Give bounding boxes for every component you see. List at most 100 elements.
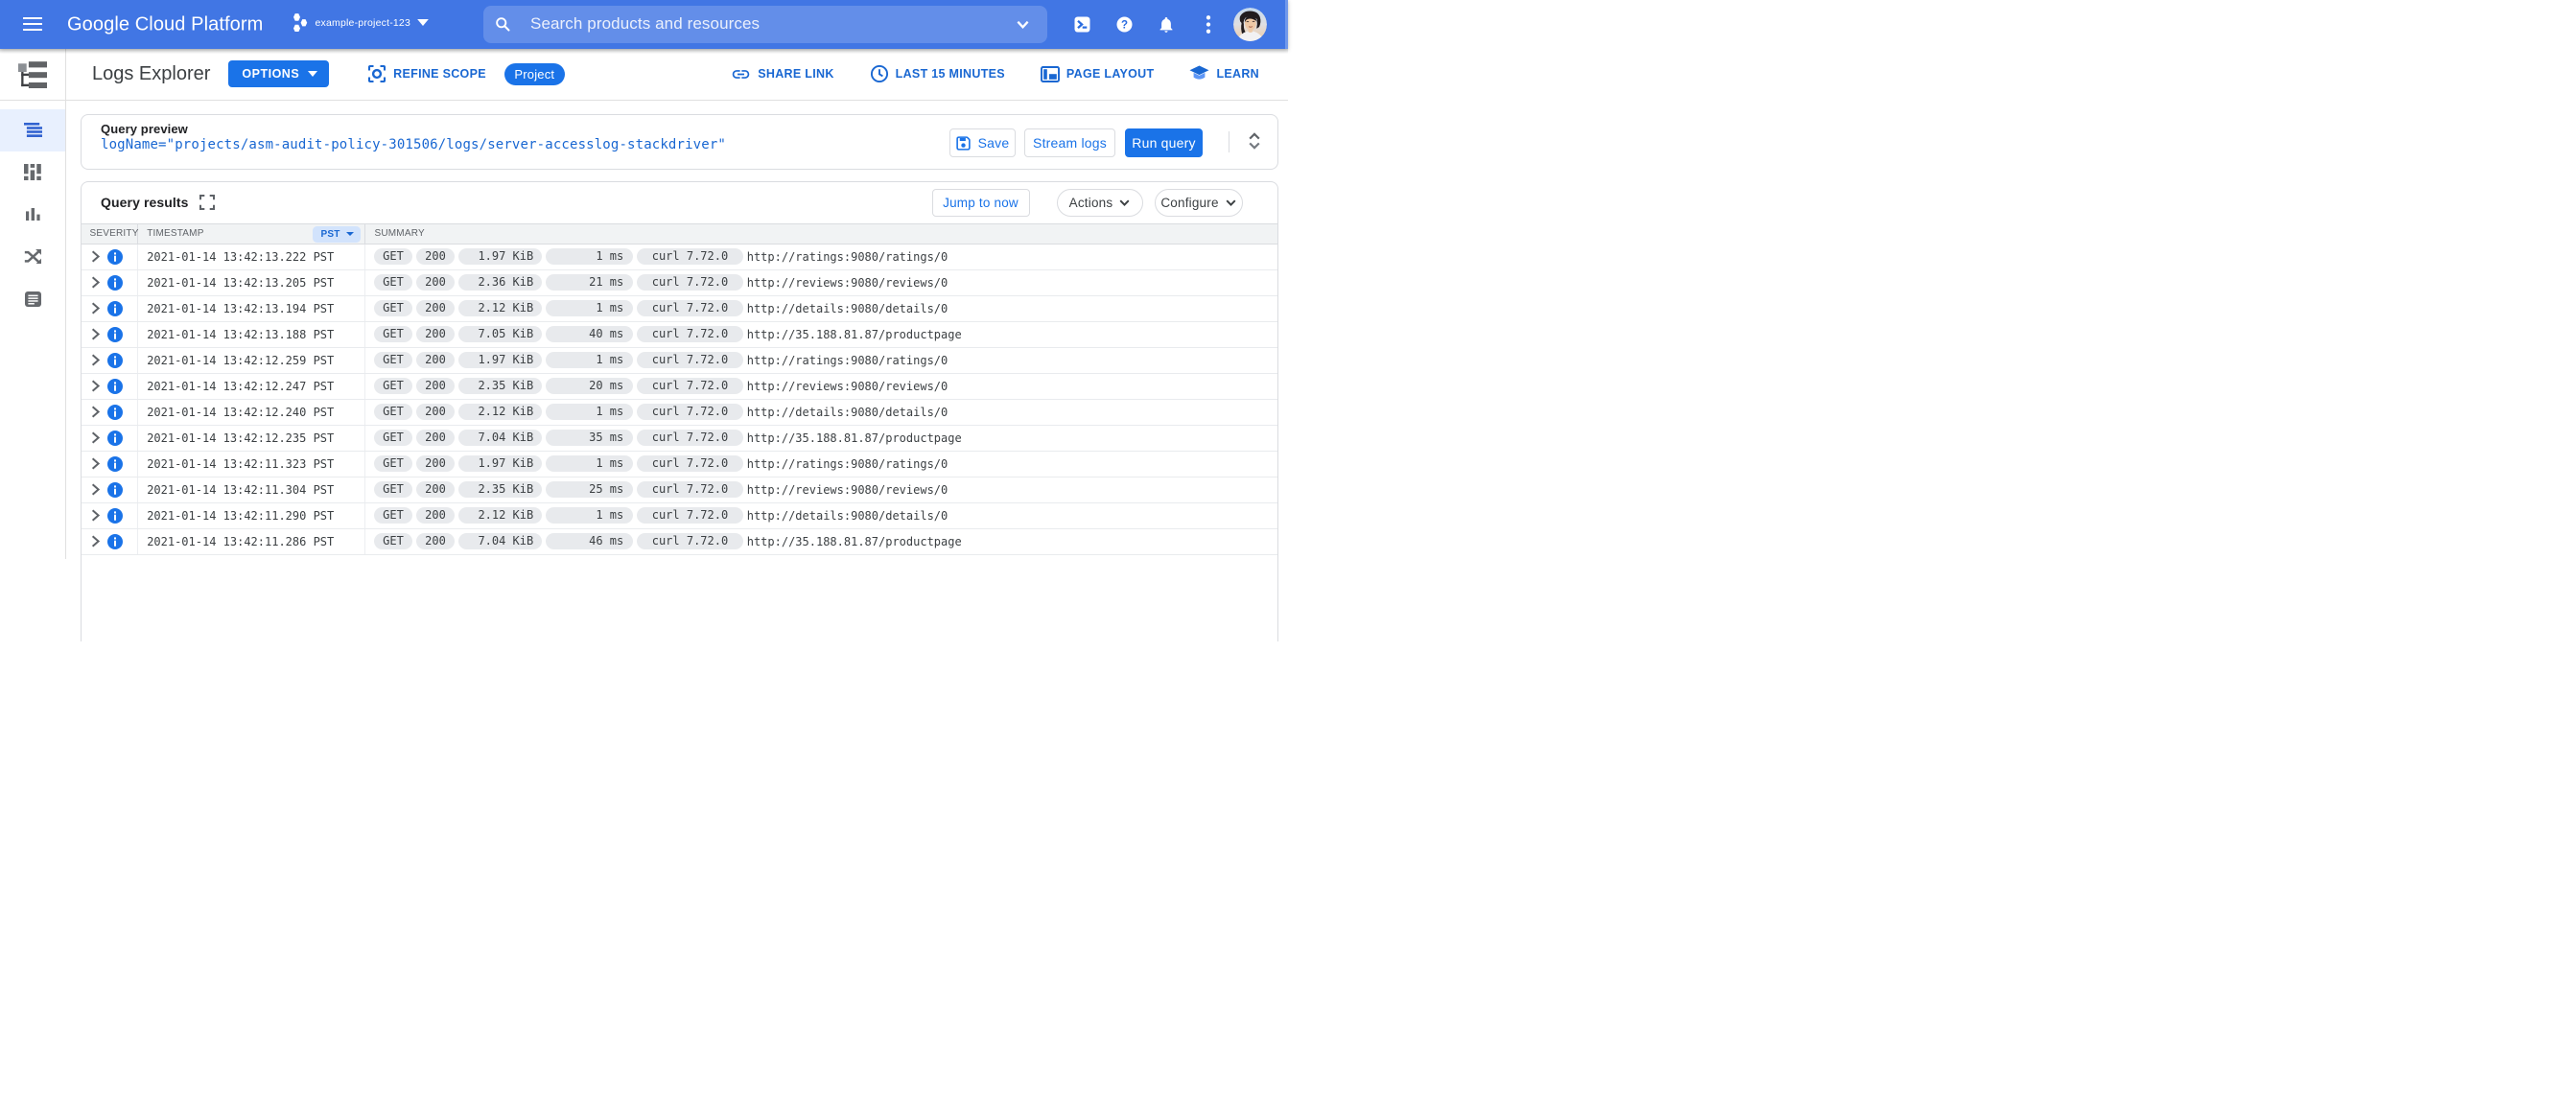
save-button[interactable]: Save xyxy=(948,128,1016,157)
logs-router-icon xyxy=(24,248,41,265)
log-entry-row[interactable]: 2021-01-14 13:42:12.247 PST GET 200 2.35… xyxy=(82,373,1277,400)
log-timestamp: 2021-01-14 13:42:13.205 PST xyxy=(138,269,365,295)
run-query-button[interactable]: Run query xyxy=(1125,128,1203,157)
severity-info-icon[interactable] xyxy=(107,352,123,368)
expand-row-icon[interactable] xyxy=(89,354,102,366)
time-range-button[interactable]: LAST 15 MINUTES xyxy=(870,64,1005,83)
user-agent-pill: curl 7.72.0 xyxy=(637,378,743,394)
gcp-logs-explorer-app: Google Cloud Platform example-project-12… xyxy=(0,0,1288,641)
expand-row-icon[interactable] xyxy=(89,328,102,340)
latency-pill: 1 ms xyxy=(545,455,634,472)
options-button[interactable]: OPTIONS xyxy=(228,60,330,88)
refine-scope-button[interactable]: REFINE SCOPE xyxy=(367,64,486,83)
sidebar-item-logs-storage[interactable] xyxy=(0,278,65,320)
log-entry-row[interactable]: 2021-01-14 13:42:11.304 PST GET 200 2.35… xyxy=(82,477,1277,503)
log-entry-row[interactable]: 2021-01-14 13:42:11.286 PST GET 200 7.04… xyxy=(82,528,1277,555)
avatar[interactable] xyxy=(1233,8,1267,41)
log-entry-row[interactable]: 2021-01-14 13:42:12.235 PST GET 200 7.04… xyxy=(82,425,1277,452)
search-chevron-down-icon[interactable] xyxy=(1016,17,1030,32)
request-url: http://ratings:9080/ratings/0 xyxy=(746,353,948,367)
jump-to-now-button[interactable]: Jump to now xyxy=(931,188,1030,217)
project-caret-icon xyxy=(417,19,429,26)
severity-info-icon[interactable] xyxy=(107,533,123,549)
request-url: http://ratings:9080/ratings/0 xyxy=(746,249,948,264)
log-summary: GET 200 2.12 KiB 1 ms curl 7.72.0 http:/… xyxy=(365,400,1277,425)
actions-button[interactable]: Actions xyxy=(1056,188,1143,217)
expand-row-icon[interactable] xyxy=(89,380,102,392)
log-entry-row[interactable]: 2021-01-14 13:42:13.194 PST GET 200 2.12… xyxy=(82,295,1277,322)
expand-row-icon[interactable] xyxy=(89,509,102,522)
expand-row-icon[interactable] xyxy=(89,302,102,314)
expand-row-icon[interactable] xyxy=(89,276,102,289)
expand-row-icon[interactable] xyxy=(89,250,102,263)
main-menu-icon[interactable] xyxy=(23,17,42,32)
toolbar-actions: SHARE LINK LAST 15 MINUTES PAGE LAYOUT L… xyxy=(731,64,1259,84)
log-entry-row[interactable]: 2021-01-14 13:42:12.259 PST GET 200 1.97… xyxy=(82,347,1277,374)
expand-row-icon[interactable] xyxy=(89,535,102,547)
learn-button[interactable]: LEARN xyxy=(1189,65,1259,82)
more-vert-icon[interactable] xyxy=(1187,0,1229,49)
severity-info-icon[interactable] xyxy=(107,274,123,291)
severity-info-icon[interactable] xyxy=(107,326,123,342)
latency-pill: 46 ms xyxy=(545,533,634,549)
log-summary: GET 200 1.97 KiB 1 ms curl 7.72.0 http:/… xyxy=(365,452,1277,477)
severity-info-icon[interactable] xyxy=(107,455,123,472)
sidebar-item-logs-dashboard[interactable] xyxy=(0,151,65,194)
expand-row-icon[interactable] xyxy=(89,457,102,470)
sidebar-item-logs-router[interactable] xyxy=(0,236,65,278)
log-entry-row[interactable]: 2021-01-14 13:42:11.290 PST GET 200 2.12… xyxy=(82,502,1277,529)
log-timestamp: 2021-01-14 13:42:13.188 PST xyxy=(138,321,365,347)
logging-product-icon xyxy=(0,49,66,100)
severity-info-icon[interactable] xyxy=(107,404,123,420)
severity-info-icon[interactable] xyxy=(107,507,123,524)
column-header-severity[interactable]: SEVERITY xyxy=(82,223,138,244)
severity-info-icon[interactable] xyxy=(107,430,123,446)
sidebar-item-logs-metrics[interactable] xyxy=(0,194,65,236)
severity-info-icon[interactable] xyxy=(107,248,123,265)
size-pill: 2.35 KiB xyxy=(457,481,542,498)
severity-info-icon[interactable] xyxy=(107,300,123,316)
cloud-shell-icon[interactable] xyxy=(1061,0,1103,49)
log-timestamp: 2021-01-14 13:42:11.290 PST xyxy=(138,502,365,528)
sidebar-item-logs-explorer[interactable] xyxy=(0,108,65,151)
expand-collapse-query-icon[interactable] xyxy=(1245,130,1264,153)
expand-row-icon[interactable] xyxy=(89,483,102,496)
request-url: http://35.188.81.87/productpage xyxy=(746,327,962,341)
column-header-timestamp[interactable]: TIMESTAMP PST xyxy=(138,223,365,244)
size-pill: 2.12 KiB xyxy=(457,300,542,316)
log-entry-row[interactable]: 2021-01-14 13:42:13.188 PST GET 200 7.05… xyxy=(82,321,1277,348)
page-layout-button[interactable]: PAGE LAYOUT xyxy=(1040,65,1155,82)
timezone-selector[interactable]: PST xyxy=(313,225,361,243)
severity-info-icon[interactable] xyxy=(107,378,123,394)
severity-info-icon[interactable] xyxy=(107,481,123,498)
configure-button[interactable]: Configure xyxy=(1154,188,1243,217)
learn-icon xyxy=(1189,65,1209,80)
log-entry-row[interactable]: 2021-01-14 13:42:13.205 PST GET 200 2.36… xyxy=(82,269,1277,296)
search-bar[interactable]: Search products and resources xyxy=(483,6,1047,43)
stream-logs-button[interactable]: Stream logs xyxy=(1024,128,1115,157)
method-pill: GET xyxy=(373,455,413,472)
share-link-button[interactable]: SHARE LINK xyxy=(731,64,833,84)
notifications-icon[interactable] xyxy=(1145,0,1187,49)
log-entry-row[interactable]: 2021-01-14 13:42:11.323 PST GET 200 1.97… xyxy=(82,451,1277,477)
timezone-caret-icon xyxy=(345,232,354,236)
search-icon xyxy=(496,17,510,32)
status-pill: 200 xyxy=(416,378,455,394)
request-url: http://reviews:9080/reviews/0 xyxy=(746,482,948,497)
clock-icon xyxy=(870,65,888,83)
gcp-logo-text[interactable]: Google Cloud Platform xyxy=(67,13,263,35)
query-text[interactable]: logName="projects/asm-audit-policy-30150… xyxy=(101,136,949,153)
help-icon[interactable]: ? xyxy=(1103,0,1145,49)
status-pill: 200 xyxy=(416,481,455,498)
fullscreen-icon[interactable] xyxy=(199,195,216,210)
project-switcher[interactable]: example-project-123 xyxy=(293,0,430,47)
log-entry-row[interactable]: 2021-01-14 13:42:13.222 PST GET 200 1.97… xyxy=(82,244,1277,270)
column-header-summary[interactable]: SUMMARY xyxy=(365,224,1277,244)
save-icon xyxy=(955,135,971,151)
log-entry-row[interactable]: 2021-01-14 13:42:12.240 PST GET 200 2.12… xyxy=(82,399,1277,426)
expand-row-icon[interactable] xyxy=(89,431,102,444)
scope-badge[interactable]: Project xyxy=(503,62,565,85)
expand-row-icon[interactable] xyxy=(89,406,102,418)
status-pill: 200 xyxy=(416,455,455,472)
log-timestamp: 2021-01-14 13:42:11.286 PST xyxy=(138,528,365,554)
